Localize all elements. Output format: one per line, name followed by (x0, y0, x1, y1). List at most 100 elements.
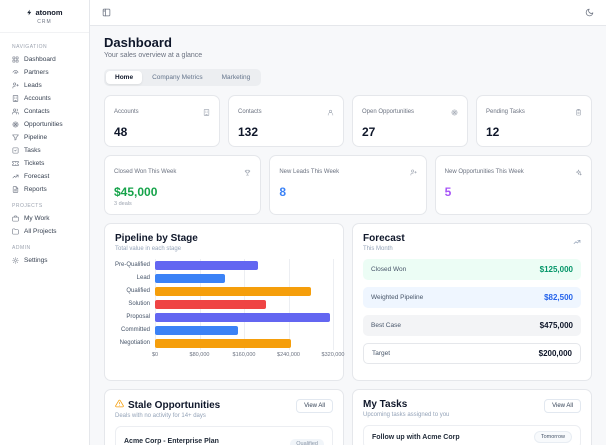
bar-committed (155, 326, 239, 335)
stat-card-accounts: Accounts 48 (104, 95, 220, 147)
forecast-value: $82,500 (544, 293, 573, 302)
bar-solution (155, 300, 267, 309)
stat-card-new-opportunities: New Opportunities This Week 5 (434, 155, 592, 215)
forecast-value: $200,000 (538, 349, 572, 358)
sidebar-item-label: All Projects (24, 228, 57, 235)
sidebar-item-my-work[interactable]: My Work (6, 212, 83, 225)
forecast-row-closed-won: Closed Won $125,000 (363, 259, 581, 280)
tasks-title: My Tasks (363, 399, 408, 410)
forecast-label: Weighted Pipeline (371, 294, 424, 301)
sidebar-item-label: Opportunities (24, 121, 63, 128)
bar-proposal (155, 313, 331, 322)
sidebar-item-leads[interactable]: Leads (6, 79, 83, 92)
building-icon (12, 95, 19, 102)
users-icon (12, 108, 19, 115)
category-label: Committed (120, 327, 150, 333)
sidebar-item-reports[interactable]: Reports (6, 183, 83, 196)
tab-home[interactable]: Home (106, 71, 143, 84)
alert-triangle-icon (115, 399, 124, 411)
chart-bar-row (155, 311, 333, 324)
sidebar-item-accounts[interactable]: Accounts (6, 92, 83, 105)
stat-card-open-opportunities: Open Opportunities 27 (352, 95, 468, 147)
stage-badge: Qualified (290, 439, 324, 445)
sidebar-item-label: Settings (24, 257, 48, 264)
sidebar-item-settings[interactable]: Settings (6, 254, 83, 267)
chart-plot-area (155, 259, 334, 350)
x-tick: $320,000 (321, 352, 345, 358)
list-item[interactable]: Acme Corp - Enterprise Plan Acme Corpora… (115, 426, 333, 445)
category-label: Solution (128, 301, 150, 307)
sidebar-item-all-projects[interactable]: All Projects (6, 225, 83, 238)
category-label: Negotiation (119, 340, 150, 346)
forecast-row-best-case: Best Case $475,000 (363, 315, 581, 336)
forecast-value: $475,000 (539, 321, 573, 330)
tab-marketing[interactable]: Marketing (213, 71, 260, 84)
forecast-row-weighted-pipeline: Weighted Pipeline $82,500 (363, 287, 581, 308)
x-tick: $240,000 (277, 352, 300, 358)
sidebar-item-label: Dashboard (24, 56, 56, 63)
file-text-icon (12, 186, 19, 193)
sidebar-item-tickets[interactable]: Tickets (6, 157, 83, 170)
building-icon (203, 103, 210, 121)
sidebar-item-opportunities[interactable]: Opportunities (6, 118, 83, 131)
user-icon (327, 103, 334, 121)
brand[interactable]: atonom CRM (0, 0, 89, 33)
section-label-projects: Projects (12, 203, 43, 209)
sidebar-item-tasks[interactable]: Tasks (6, 144, 83, 157)
dashboard-tabs: Home Company Metrics Marketing (104, 69, 262, 86)
stale-subtitle: Deals with no activity for 14+ days (115, 413, 206, 419)
sidebar-item-contacts[interactable]: Contacts (6, 105, 83, 118)
pipeline-title: Pipeline by Stage (115, 233, 198, 244)
grid-icon (12, 56, 19, 63)
list-item[interactable]: Follow up with Acme Corp Tomorrow (363, 425, 581, 445)
stat-label: New Opportunities This Week (444, 169, 524, 175)
app-window: atonom CRM Navigation Dashboard Partners… (0, 0, 606, 445)
brand-logo-icon (26, 9, 33, 16)
check-square-icon (12, 147, 19, 154)
bar-pre-qualified (155, 261, 258, 270)
stat-card-closed-won: Closed Won This Week $45,000 3 deals (104, 155, 262, 215)
chart-bar-row (155, 259, 333, 272)
user-plus-icon (12, 82, 19, 89)
chart-bar-row (155, 285, 333, 298)
forecast-title: Forecast (363, 233, 405, 244)
my-tasks-panel: My Tasks Upcoming tasks assigned to you … (352, 389, 592, 445)
sidebar-item-label: My Work (24, 215, 50, 222)
tasks-view-all-button[interactable]: View All (544, 399, 581, 413)
stat-value: 27 (362, 125, 376, 139)
sidebar-toggle-button[interactable] (100, 3, 113, 22)
stat-label: Contacts (238, 109, 262, 115)
sidebar-item-label: Forecast (24, 173, 50, 180)
chart-bar-row (155, 272, 333, 285)
topbar (90, 0, 606, 26)
stat-label: New Leads This Week (279, 169, 340, 175)
theme-toggle-button[interactable] (583, 3, 596, 22)
tasks-subtitle: Upcoming tasks assigned to you (363, 412, 450, 418)
sidebar-item-label: Pipeline (24, 134, 48, 141)
stat-value: 12 (486, 125, 500, 139)
stale-opportunities-panel: Stale Opportunities Deals with no activi… (104, 389, 344, 445)
tab-company-metrics[interactable]: Company Metrics (143, 71, 212, 84)
x-tick: $80,000 (189, 352, 210, 358)
sidebar-item-forecast[interactable]: Forecast (6, 170, 83, 183)
lists-row: Stale Opportunities Deals with no activi… (104, 389, 592, 445)
stat-value: 132 (238, 125, 259, 139)
charts-row: Pipeline by Stage Total value in each st… (104, 223, 592, 381)
target-icon (12, 121, 19, 128)
chart-bar-row (155, 337, 333, 350)
stale-view-all-button[interactable]: View All (296, 399, 333, 413)
sidebar-item-pipeline[interactable]: Pipeline (6, 131, 83, 144)
handshake-icon (12, 69, 19, 76)
clipboard-icon (575, 103, 582, 121)
stat-value: 8 (279, 185, 287, 199)
forecast-label: Closed Won (371, 266, 407, 273)
sidebar-item-partners[interactable]: Partners (6, 66, 83, 79)
chart-bar-row (155, 324, 333, 337)
stat-label: Closed Won This Week (114, 169, 177, 175)
sidebar-item-dashboard[interactable]: Dashboard (6, 53, 83, 66)
pipeline-panel: Pipeline by Stage Total value in each st… (104, 223, 344, 381)
stat-card-pending-tasks: Pending Tasks 12 (476, 95, 592, 147)
bar-lead (155, 274, 225, 283)
gear-icon (12, 257, 19, 264)
sidebar-nav: Navigation Dashboard Partners Leads Acco… (0, 33, 89, 271)
